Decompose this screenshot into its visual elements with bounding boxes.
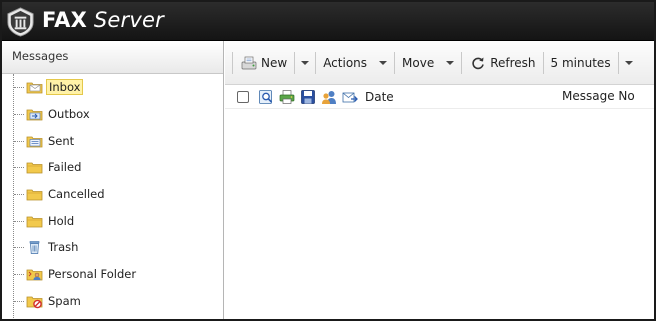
folder-label: Failed	[48, 160, 82, 175]
folder-label: Outbox	[48, 107, 90, 122]
folder-label: Inbox	[46, 79, 84, 96]
spam-icon	[26, 296, 43, 309]
refresh-interval-select[interactable]: 5 minutes	[547, 50, 615, 76]
actions-button[interactable]: Actions	[319, 50, 391, 76]
contacts-icon[interactable]	[321, 89, 337, 105]
folder-item-personal-folder[interactable]: Personal Folder	[2, 261, 223, 288]
folder-icon	[26, 216, 43, 228]
inbox-icon	[26, 82, 43, 94]
toolbar-separator	[394, 51, 396, 74]
folder-label: Personal Folder	[48, 267, 137, 282]
date-column-header[interactable]: Date	[365, 90, 394, 104]
toolbar: New Actions Move Refresh 5 minutes	[225, 41, 654, 85]
chevron-down-icon	[379, 60, 388, 65]
folder-item-spam[interactable]: Spam	[2, 288, 223, 315]
folder-label: Hold	[48, 213, 75, 228]
app-window: FAX Server Messages Inbox Outbox Sent Fa…	[0, 0, 656, 321]
folder-item-failed[interactable]: Failed	[2, 154, 223, 181]
personal-folder-icon	[26, 269, 43, 281]
new-button-label: New	[261, 55, 288, 70]
app-title-light: Server	[93, 8, 164, 32]
folder-tree: Inbox Outbox Sent Failed Cancelled Hold …	[2, 74, 223, 319]
move-button[interactable]: Move	[398, 50, 458, 76]
toolbar-separator	[542, 51, 544, 74]
refresh-button-label: Refresh	[490, 55, 536, 70]
folder-item-cancelled[interactable]: Cancelled	[2, 181, 223, 208]
refresh-interval-dropdown[interactable]	[622, 50, 636, 76]
folder-item-trash[interactable]: Trash	[2, 234, 223, 261]
folder-label: Trash	[48, 240, 79, 255]
save-icon[interactable]	[300, 89, 316, 105]
actions-button-label: Actions	[323, 55, 368, 70]
chevron-down-icon	[624, 60, 633, 65]
folder-icon	[26, 163, 43, 174]
folder-panel-header: Messages	[2, 41, 223, 74]
refresh-interval-label: 5 minutes	[550, 55, 611, 70]
print-icon[interactable]	[279, 89, 295, 105]
message-no-column-header[interactable]: Message No	[562, 89, 635, 103]
move-button-label: Move	[402, 55, 435, 70]
folder-label: Sent	[48, 133, 75, 148]
refresh-icon	[472, 57, 484, 69]
app-title-bold: FAX	[42, 8, 87, 32]
folder-panel: Messages Inbox Outbox Sent Failed Cancel…	[2, 41, 224, 319]
folder-label: Spam	[48, 293, 81, 308]
toolbar-separator	[294, 51, 296, 74]
folder-item-inbox[interactable]: Inbox	[2, 74, 223, 101]
forward-icon[interactable]	[342, 89, 358, 105]
app-title: FAX Server	[42, 8, 164, 32]
folder-item-outbox[interactable]: Outbox	[2, 101, 223, 128]
folder-icon	[26, 189, 43, 201]
app-header: FAX Server	[2, 2, 654, 41]
toolbar-separator	[617, 51, 619, 74]
chevron-down-icon	[301, 60, 310, 65]
sent-icon	[26, 136, 43, 148]
toolbar-separator	[232, 51, 233, 74]
outbox-icon	[26, 109, 43, 121]
new-dropdown-button[interactable]	[298, 50, 312, 76]
refresh-button[interactable]: Refresh	[465, 50, 539, 76]
preview-icon[interactable]	[258, 89, 274, 105]
new-fax-icon	[241, 56, 257, 69]
logo-icon	[7, 7, 34, 37]
folder-item-sent[interactable]: Sent	[2, 127, 223, 154]
toolbar-separator	[315, 51, 317, 74]
new-button[interactable]: New	[236, 50, 291, 76]
message-grid-header: Date Message No	[225, 85, 654, 109]
folder-item-hold[interactable]: Hold	[2, 207, 223, 234]
message-panel: New Actions Move Refresh 5 minutes Date …	[225, 41, 654, 319]
chevron-down-icon	[446, 60, 455, 65]
select-all-checkbox[interactable]	[237, 90, 249, 103]
trash-icon	[29, 241, 40, 255]
folder-label: Cancelled	[48, 187, 105, 202]
toolbar-separator	[461, 51, 463, 74]
